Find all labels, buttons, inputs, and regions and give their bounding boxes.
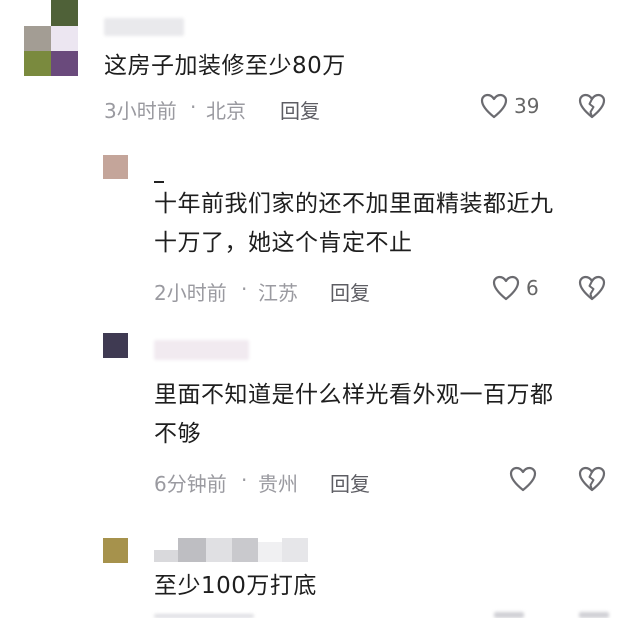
dislike-button[interactable] [578, 93, 606, 123]
avatar-mosaic [51, 0, 78, 26]
name-mosaic [178, 538, 206, 562]
like-button[interactable]: 6 [492, 275, 539, 301]
avatar-mosaic [24, 26, 51, 51]
like-count: 39 [514, 94, 540, 118]
like-count: 6 [526, 276, 539, 300]
avatar-mosaic [51, 51, 78, 76]
comment-text-line: 十万了，她这个肯定不止 [154, 230, 413, 256]
broken-heart-icon [578, 275, 606, 301]
comment-time: 2小时前 [154, 281, 227, 305]
partial-meta-row [154, 612, 614, 618]
comment-text: 至少100万打底 [154, 573, 317, 599]
meta-blur [154, 614, 254, 618]
comment-time: 6分钟前 [154, 472, 227, 496]
name-mosaic [282, 538, 308, 562]
reply-button[interactable]: 回复 [330, 468, 370, 497]
reply-button[interactable]: 回复 [330, 277, 370, 306]
like-button[interactable] [509, 466, 543, 492]
name-mosaic [154, 550, 178, 562]
comment-text-line: 里面不知道是什么样光看外观一百万都 [154, 382, 554, 408]
heart-outline-icon [509, 466, 537, 492]
comment-text: 这房子加装修至少80万 [104, 53, 346, 79]
username-redacted[interactable] [154, 340, 249, 360]
comment-text: 里面不知道是什么样光看外观一百万都 不够 [154, 376, 554, 454]
meta-separator: · [241, 468, 248, 492]
avatar-mosaic [24, 51, 51, 76]
broken-heart-icon [578, 466, 606, 492]
comment-text-line: 十年前我们家的还不加里面精装都近九 [154, 191, 554, 217]
avatar[interactable] [103, 155, 128, 179]
comment-time: 3小时前 [104, 99, 177, 123]
dislike-button[interactable] [578, 466, 606, 496]
heart-outline-icon [492, 275, 520, 301]
meta-blur [494, 612, 524, 618]
comment-location: 江苏 [258, 281, 298, 305]
avatar[interactable] [24, 0, 78, 76]
username-redacted[interactable] [104, 18, 184, 36]
name-mosaic [232, 538, 258, 562]
meta-blur [579, 612, 609, 618]
name-mosaic [258, 542, 282, 562]
text-cursor [154, 181, 164, 183]
avatar[interactable] [103, 538, 128, 563]
avatar[interactable] [103, 333, 128, 358]
heart-outline-icon [480, 93, 508, 119]
comment-text-line: 不够 [154, 421, 201, 447]
comment-location: 北京 [206, 99, 246, 123]
name-mosaic [206, 538, 232, 562]
comment-location: 贵州 [258, 472, 298, 496]
dislike-button[interactable] [578, 275, 606, 305]
meta-separator: · [241, 277, 248, 301]
like-button[interactable]: 39 [480, 93, 539, 119]
username-redacted[interactable] [154, 538, 308, 562]
reply-button[interactable]: 回复 [280, 95, 320, 124]
meta-separator: · [190, 95, 197, 119]
broken-heart-icon [578, 93, 606, 119]
comment-text: 十年前我们家的还不加里面精装都近九 十万了，她这个肯定不止 [154, 185, 554, 263]
avatar-mosaic [51, 26, 78, 51]
